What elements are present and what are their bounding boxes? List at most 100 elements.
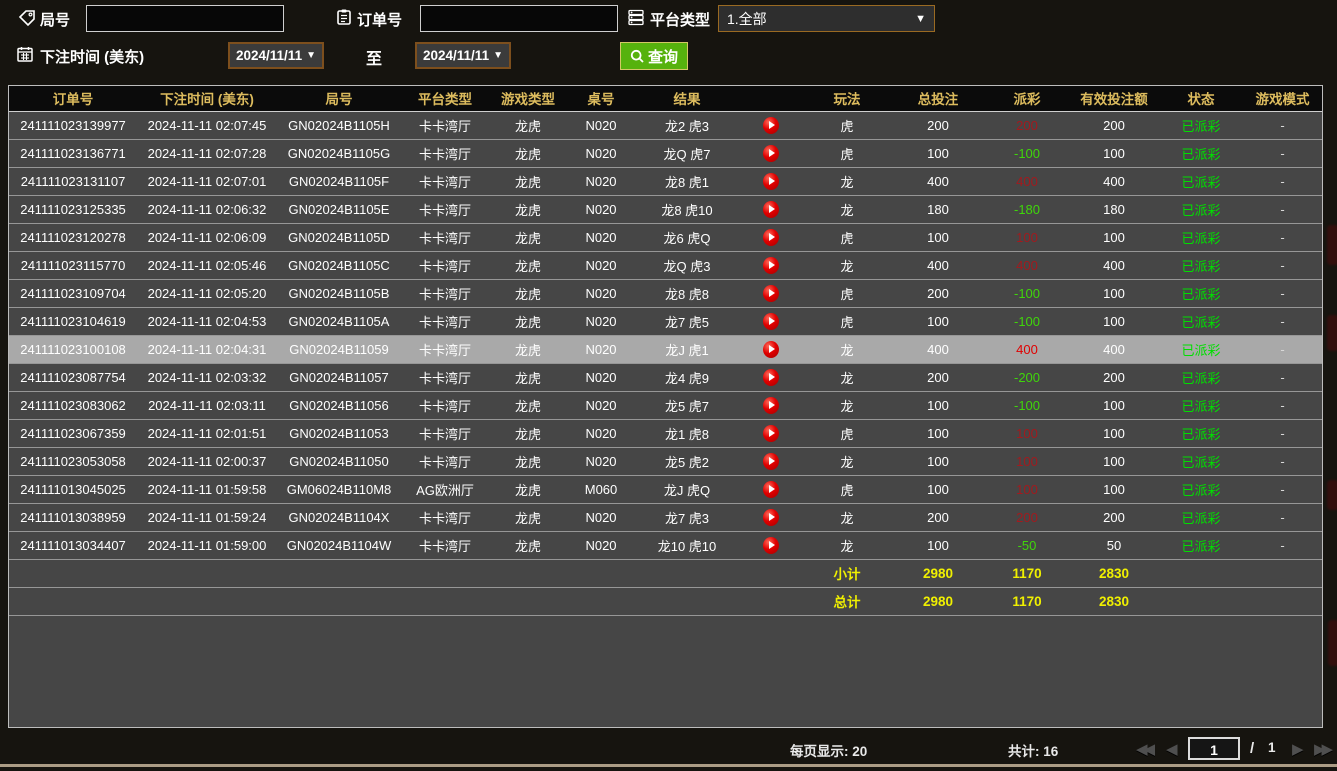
- total-count-text: 共计: 16: [1008, 740, 1058, 760]
- page-number-input[interactable]: 1: [1188, 737, 1240, 760]
- first-page-button[interactable]: ◀◀: [1136, 740, 1151, 758]
- cell-bet_time: 2024-11-11 02:06:09: [137, 223, 277, 251]
- date-from-picker[interactable]: 2024/11/11 ▼: [228, 42, 324, 69]
- table-row[interactable]: 2411110231399772024-11-11 02:07:45GN0202…: [9, 111, 1322, 139]
- cell-total_bet: 200: [891, 279, 985, 307]
- background-artifact: [1327, 315, 1337, 351]
- cell-wager: 虎: [803, 111, 891, 139]
- column-header-order_no: 订单号: [9, 86, 137, 111]
- cell-game_mode: -: [1243, 251, 1322, 279]
- platform-type-select[interactable]: 1.全部 ▼: [718, 5, 935, 32]
- table-row[interactable]: 2411110230830622024-11-11 02:03:11GN0202…: [9, 391, 1322, 419]
- cell-game_mode: -: [1243, 111, 1322, 139]
- cell-payout: -200: [985, 363, 1069, 391]
- table-row[interactable]: 2411110231367712024-11-11 02:07:28GN0202…: [9, 139, 1322, 167]
- query-button[interactable]: 查询: [620, 42, 688, 70]
- total-row-payout: 1170: [985, 587, 1069, 615]
- cell-order_no: 241111023115770: [9, 251, 137, 279]
- table-row[interactable]: 2411110230673592024-11-11 02:01:51GN0202…: [9, 419, 1322, 447]
- cell-round_no: GM06024B110M8: [277, 475, 401, 503]
- cell-game_mode: -: [1243, 363, 1322, 391]
- last-page-button[interactable]: ▶▶: [1314, 740, 1329, 758]
- cell-status: 已派彩: [1159, 503, 1243, 531]
- play-video-button[interactable]: [763, 117, 779, 134]
- date-from-value: 2024/11/11: [236, 48, 302, 63]
- cell-valid_bet: 100: [1069, 391, 1159, 419]
- play-video-button[interactable]: [763, 257, 779, 274]
- table-row[interactable]: 2411110231001082024-11-11 02:04:31GN0202…: [9, 335, 1322, 363]
- table-row[interactable]: 2411110230877542024-11-11 02:03:32GN0202…: [9, 363, 1322, 391]
- round-number-input[interactable]: [86, 5, 284, 32]
- cell-table_no: N020: [567, 111, 635, 139]
- table-row[interactable]: 2411110230530582024-11-11 02:00:37GN0202…: [9, 447, 1322, 475]
- date-to-picker[interactable]: 2024/11/11 ▼: [415, 42, 511, 69]
- play-video-button[interactable]: [763, 341, 779, 358]
- order-number-input[interactable]: [420, 5, 618, 32]
- play-video-button[interactable]: [763, 201, 779, 218]
- cell-bet_time: 2024-11-11 02:05:20: [137, 279, 277, 307]
- cell-platform: 卡卡湾厅: [401, 419, 489, 447]
- cell-table_no: N020: [567, 531, 635, 559]
- table-row[interactable]: 2411110130344072024-11-11 01:59:00GN0202…: [9, 531, 1322, 559]
- cell-game_type: 龙虎: [489, 223, 567, 251]
- cell-game_mode: -: [1243, 195, 1322, 223]
- next-page-button[interactable]: ▶: [1292, 740, 1300, 758]
- cell-bet_time: 2024-11-11 02:06:32: [137, 195, 277, 223]
- cell-round_no: GN02024B1105E: [277, 195, 401, 223]
- cell-total_bet: 400: [891, 251, 985, 279]
- play-video-button[interactable]: [763, 397, 779, 414]
- cell-total_bet: 100: [891, 307, 985, 335]
- cell-round_no: GN02024B1105B: [277, 279, 401, 307]
- play-video-button[interactable]: [763, 537, 779, 554]
- cell-result: 龙2 虎3: [635, 111, 739, 139]
- play-video-button[interactable]: [763, 229, 779, 246]
- play-video-button[interactable]: [763, 481, 779, 498]
- page-separator: /: [1250, 740, 1254, 757]
- cell-status: 已派彩: [1159, 111, 1243, 139]
- column-header-play: [739, 86, 803, 111]
- play-video-button[interactable]: [763, 369, 779, 386]
- play-video-button[interactable]: [763, 509, 779, 526]
- cell-valid_bet: 100: [1069, 139, 1159, 167]
- cell-platform: 卡卡湾厅: [401, 531, 489, 559]
- table-row[interactable]: 2411110231097042024-11-11 02:05:20GN0202…: [9, 279, 1322, 307]
- play-video-button[interactable]: [763, 425, 779, 442]
- table-row[interactable]: 2411110231046192024-11-11 02:04:53GN0202…: [9, 307, 1322, 335]
- cell-platform: 卡卡湾厅: [401, 363, 489, 391]
- cell-round_no: GN02024B1105H: [277, 111, 401, 139]
- cell-wager: 龙: [803, 391, 891, 419]
- play-video-button[interactable]: [763, 145, 779, 162]
- subtotal-row-payout: 1170: [985, 559, 1069, 587]
- cell-game_type: 龙虎: [489, 251, 567, 279]
- table-row[interactable]: 2411110231311072024-11-11 02:07:01GN0202…: [9, 167, 1322, 195]
- cell-round_no: GN02024B1105C: [277, 251, 401, 279]
- chevron-down-icon: ▼: [306, 50, 316, 61]
- play-video-button[interactable]: [763, 453, 779, 470]
- cell-valid_bet: 200: [1069, 363, 1159, 391]
- play-video-button[interactable]: [763, 173, 779, 190]
- cell-total_bet: 200: [891, 363, 985, 391]
- table-row[interactable]: 2411110231202782024-11-11 02:06:09GN0202…: [9, 223, 1322, 251]
- cell-table_no: M060: [567, 475, 635, 503]
- table-row[interactable]: 2411110130450252024-11-11 01:59:58GM0602…: [9, 475, 1322, 503]
- cell-order_no: 241111023131107: [9, 167, 137, 195]
- cell-wager: 龙: [803, 195, 891, 223]
- total-pages-text: 1: [1268, 740, 1276, 755]
- cell-valid_bet: 180: [1069, 195, 1159, 223]
- cell-valid_bet: 400: [1069, 251, 1159, 279]
- cell-round_no: GN02024B1105F: [277, 167, 401, 195]
- cell-valid_bet: 100: [1069, 223, 1159, 251]
- cell-platform: 卡卡湾厅: [401, 139, 489, 167]
- prev-page-button[interactable]: ◀: [1166, 740, 1174, 758]
- cell-result: 龙J 虎1: [635, 335, 739, 363]
- play-video-button[interactable]: [763, 285, 779, 302]
- cell-round_no: GN02024B11050: [277, 447, 401, 475]
- play-video-button[interactable]: [763, 313, 779, 330]
- cell-platform: 卡卡湾厅: [401, 335, 489, 363]
- table-row[interactable]: 2411110231253352024-11-11 02:06:32GN0202…: [9, 195, 1322, 223]
- cell-status: 已派彩: [1159, 363, 1243, 391]
- table-row[interactable]: 2411110231157702024-11-11 02:05:46GN0202…: [9, 251, 1322, 279]
- table-row[interactable]: 2411110130389592024-11-11 01:59:24GN0202…: [9, 503, 1322, 531]
- cell-status: 已派彩: [1159, 419, 1243, 447]
- cell-total_bet: 400: [891, 335, 985, 363]
